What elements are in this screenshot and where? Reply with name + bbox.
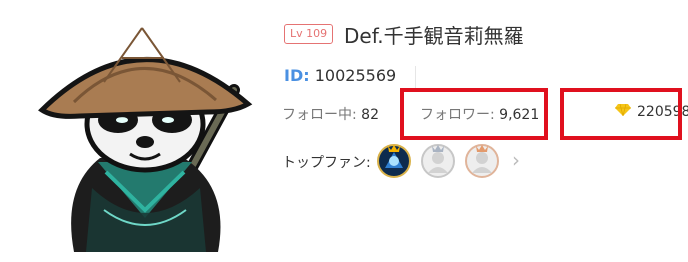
chevron-right-icon[interactable]: ›: [512, 148, 520, 172]
top-fan-2-avatar[interactable]: [421, 144, 455, 178]
id-value: 10025569: [314, 66, 397, 85]
followers-highlight-box: [400, 88, 548, 140]
id-label: ID:: [284, 66, 310, 85]
divider: [415, 66, 416, 88]
user-id-row: ID: 10025569: [284, 66, 396, 85]
top-fans-label: トップファン:: [282, 155, 371, 171]
level-badge: Lv 109: [284, 24, 334, 44]
top-fan-3-avatar[interactable]: [465, 144, 499, 178]
username: Def.千手観音莉無羅: [344, 24, 524, 48]
profile-avatar: [34, 12, 256, 252]
following-stat[interactable]: フォロー中: 82: [282, 104, 379, 124]
following-label: フォロー中:: [282, 107, 357, 123]
gems-highlight-box: [560, 88, 682, 140]
following-count: 82: [361, 107, 379, 123]
top-fan-1-avatar[interactable]: [377, 144, 411, 178]
